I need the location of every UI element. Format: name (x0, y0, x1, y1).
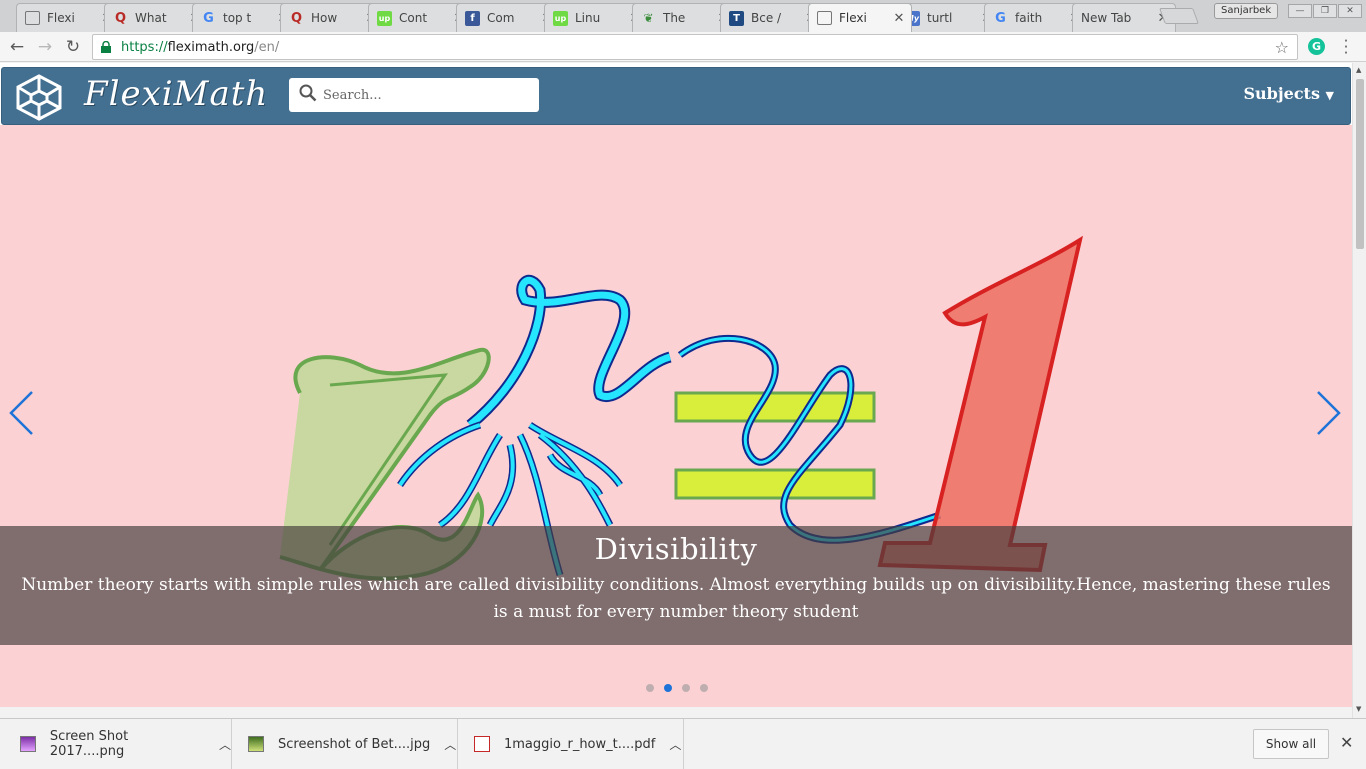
carousel-caption: Divisibility Number theory starts with s… (0, 526, 1352, 645)
upwork-icon: up (377, 10, 392, 26)
image-file-icon (248, 736, 264, 752)
back-button[interactable]: ← (6, 36, 28, 58)
url-scheme: https:// (121, 39, 168, 55)
site-logo-text[interactable]: FlexiMath (84, 74, 268, 114)
hero-carousel: Divisibility Number theory starts with s… (0, 125, 1352, 707)
downloads-shelf: Screen Shot 2017....png ︿ Screenshot of … (0, 718, 1366, 769)
site-search-box[interactable] (289, 78, 539, 112)
tab-label: Flexi (839, 11, 867, 25)
tab-label: The (663, 11, 686, 25)
digit-one-art (877, 235, 1084, 573)
window-close-button[interactable]: ✕ (1338, 4, 1362, 18)
address-bar[interactable]: https://fleximath.org/en/ ☆ (92, 34, 1298, 60)
tab-label: Bce / (751, 11, 782, 25)
show-all-downloads-button[interactable]: Show all (1253, 729, 1329, 759)
close-icon[interactable]: ✕ (893, 11, 905, 26)
image-file-icon (20, 736, 36, 752)
tab-label: turtl (927, 11, 953, 25)
tab-label: Cont (399, 11, 428, 25)
google-icon: G (995, 10, 1006, 26)
download-item-3[interactable]: 1maggio_r_how_t....pdf ︿ (458, 719, 684, 769)
tab-fleximath-active[interactable]: Flexi ✕ (808, 3, 912, 32)
t-icon: T (729, 10, 744, 26)
carousel-indicator-2[interactable] (664, 684, 672, 692)
search-input[interactable] (323, 87, 523, 103)
download-item-1[interactable]: Screen Shot 2017....png ︿ (0, 719, 232, 769)
not-equal-sign-art (674, 334, 942, 544)
page-icon (25, 11, 40, 25)
page-icon (817, 11, 832, 25)
url-host: fleximath.org (167, 39, 255, 55)
facebook-icon: f (465, 10, 480, 26)
scroll-thumb[interactable] (1356, 79, 1364, 249)
chevron-up-icon[interactable]: ︿ (219, 736, 231, 753)
slide-title: Divisibility (594, 532, 758, 566)
grammarly-extension-icon[interactable]: G (1308, 38, 1325, 55)
carousel-indicator-3[interactable] (682, 684, 690, 692)
tab-label: faith (1015, 11, 1043, 25)
tab-label: New Tab (1081, 11, 1132, 25)
download-filename: Screenshot of Bet....jpg (278, 736, 431, 752)
forward-button[interactable]: → (34, 36, 56, 58)
scroll-down-arrow-icon[interactable]: ▼ (1356, 705, 1361, 713)
tab-label: How (311, 11, 338, 25)
page-scrollbar[interactable]: ▲ ▼ (1352, 63, 1366, 718)
carousel-next-arrow-icon[interactable] (1316, 390, 1342, 447)
chevron-up-icon[interactable]: ︿ (669, 736, 681, 753)
lock-icon (101, 40, 113, 54)
subjects-label: Subjects (1243, 84, 1320, 103)
browser-tab-strip: Flexi ✕ Q What ✕ G top t ✕ Q How ✕ up Co… (0, 0, 1366, 32)
browser-menu-icon[interactable]: · · · (1340, 34, 1352, 61)
tab-label: Com (487, 11, 515, 25)
leaf-icon: ❦ (643, 11, 654, 25)
profile-button[interactable]: Sanjarbek (1214, 3, 1279, 19)
page-viewport: FlexiMath Subjects ▼ (0, 63, 1352, 707)
carousel-indicator-4[interactable] (700, 684, 708, 692)
maximize-button[interactable]: ❐ (1313, 4, 1337, 18)
url-path: /en/ (254, 39, 280, 55)
tab-label: top t (223, 11, 252, 25)
new-tab-button[interactable] (1159, 8, 1199, 24)
slide-description: Number theory starts with simple rules w… (21, 575, 1331, 622)
browser-toolbar: ← → ↻ https://fleximath.org/en/ ☆ G · · · (0, 32, 1366, 62)
download-filename: 1maggio_r_how_t....pdf (504, 736, 656, 752)
reload-button[interactable]: ↻ (62, 36, 84, 58)
download-filename: Screen Shot 2017....png (49, 729, 129, 759)
carousel-prev-arrow-icon[interactable] (8, 390, 34, 447)
caret-down-icon: ▼ (1325, 89, 1334, 102)
minimize-button[interactable]: — (1288, 4, 1312, 18)
pdf-file-icon (474, 736, 490, 752)
carousel-indicator-1[interactable] (646, 684, 654, 692)
tab-label: Flexi (47, 11, 75, 25)
download-item-2[interactable]: Screenshot of Bet....jpg ︿ (232, 719, 458, 769)
search-icon (299, 84, 317, 106)
bookmark-star-icon[interactable]: ☆ (1275, 38, 1289, 57)
site-navbar: FlexiMath Subjects ▼ (1, 67, 1351, 125)
tab-label: Linu (575, 11, 601, 25)
google-icon: G (203, 10, 214, 26)
chevron-up-icon[interactable]: ︿ (444, 736, 456, 753)
tab-label: What (135, 11, 167, 25)
quora-icon: Q (290, 10, 303, 26)
quora-icon: Q (114, 10, 127, 26)
subjects-dropdown[interactable]: Subjects ▼ (1243, 84, 1334, 103)
carousel-indicators (646, 684, 708, 692)
scroll-up-arrow-icon[interactable]: ▲ (1356, 66, 1361, 74)
close-icon[interactable]: ✕ (1340, 733, 1353, 752)
upwork-icon: up (553, 10, 568, 26)
fleximath-logo-icon[interactable] (14, 73, 64, 121)
